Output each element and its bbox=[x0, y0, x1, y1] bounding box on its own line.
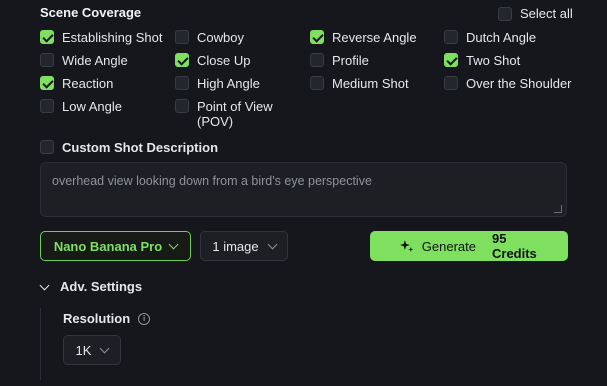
image-count-select[interactable]: 1 image bbox=[200, 231, 288, 261]
shot-checkbox[interactable] bbox=[175, 99, 189, 113]
shot-checkbox[interactable] bbox=[40, 99, 54, 113]
shot-checkbox[interactable] bbox=[444, 30, 458, 44]
custom-shot-checkbox[interactable] bbox=[40, 140, 54, 154]
shot-label: Low Angle bbox=[62, 99, 122, 114]
shot-checkbox[interactable] bbox=[444, 76, 458, 90]
shot-option-low-angle[interactable]: Low Angle bbox=[40, 99, 122, 114]
shot-option-over-the-shoulder[interactable]: Over the Shoulder bbox=[444, 76, 572, 91]
shot-option-close-up[interactable]: Close Up bbox=[175, 53, 250, 68]
shot-label: Two Shot bbox=[466, 53, 521, 68]
shot-checkbox[interactable] bbox=[40, 30, 54, 44]
shot-label: Over the Shoulder bbox=[466, 76, 572, 91]
select-all-toggle[interactable]: Select all bbox=[498, 6, 573, 21]
shot-checkbox[interactable] bbox=[175, 30, 189, 44]
shot-option-dutch-angle[interactable]: Dutch Angle bbox=[444, 30, 536, 45]
custom-shot-toggle[interactable]: Custom Shot Description bbox=[40, 140, 218, 155]
custom-shot-label: Custom Shot Description bbox=[62, 140, 219, 155]
shot-option-cowboy[interactable]: Cowboy bbox=[175, 30, 244, 45]
custom-shot-text: overhead view looking down from a bird's… bbox=[52, 174, 372, 188]
sparkle-icon bbox=[400, 240, 414, 252]
resolution-select[interactable]: 1K bbox=[63, 335, 121, 365]
shot-checkbox[interactable] bbox=[175, 53, 189, 67]
shot-option-reaction[interactable]: Reaction bbox=[40, 76, 113, 91]
shot-label: Wide Angle bbox=[62, 53, 128, 68]
shot-checkbox[interactable] bbox=[310, 76, 324, 90]
shot-checkbox[interactable] bbox=[40, 53, 54, 67]
chevron-down-icon bbox=[267, 239, 278, 250]
shot-checkbox[interactable] bbox=[444, 53, 458, 67]
shot-label: Point of View (POV) bbox=[197, 99, 273, 129]
shot-checkbox[interactable] bbox=[175, 76, 189, 90]
custom-shot-textarea[interactable]: overhead view looking down from a bird's… bbox=[40, 162, 567, 217]
info-icon[interactable]: i bbox=[138, 312, 151, 325]
shot-option-profile[interactable]: Profile bbox=[310, 53, 369, 68]
shot-label: High Angle bbox=[197, 76, 260, 91]
shot-option-two-shot[interactable]: Two Shot bbox=[444, 53, 520, 68]
section-title: Scene Coverage bbox=[40, 5, 142, 20]
shot-label: Cowboy bbox=[197, 30, 244, 45]
shot-label: Reaction bbox=[62, 76, 114, 91]
shot-option-reverse-angle[interactable]: Reverse Angle bbox=[310, 30, 417, 45]
select-all-label: Select all bbox=[520, 6, 573, 21]
shot-label: Close Up bbox=[197, 53, 251, 68]
resolution-heading: Resolution i bbox=[63, 311, 151, 326]
resize-handle-icon[interactable] bbox=[554, 205, 562, 213]
advanced-settings-toggle[interactable]: Adv. Settings bbox=[39, 279, 143, 294]
resolution-value: 1K bbox=[75, 342, 92, 358]
shot-label: Medium Shot bbox=[332, 76, 409, 91]
shot-checkbox[interactable] bbox=[310, 30, 324, 44]
shot-label: Establishing Shot bbox=[62, 30, 163, 45]
model-select[interactable]: Nano Banana Pro bbox=[40, 231, 191, 261]
shot-checkbox[interactable] bbox=[310, 53, 324, 67]
chevron-down-icon bbox=[168, 239, 179, 250]
settings-divider bbox=[40, 308, 41, 380]
shot-option-point-of-view[interactable]: Point of View (POV) bbox=[175, 99, 287, 129]
generate-button[interactable]: Generate 95 Credits bbox=[370, 231, 568, 261]
image-count-value: 1 image bbox=[212, 238, 259, 254]
shot-option-high-angle[interactable]: High Angle bbox=[175, 76, 260, 91]
shot-option-establishing[interactable]: Establishing Shot bbox=[40, 30, 162, 45]
generate-label: Generate bbox=[421, 238, 476, 254]
credits-label: 95 Credits bbox=[492, 231, 537, 261]
shot-label: Dutch Angle bbox=[466, 30, 537, 45]
shot-label: Profile bbox=[332, 53, 369, 68]
shot-option-wide-angle[interactable]: Wide Angle bbox=[40, 53, 128, 68]
shot-checkbox[interactable] bbox=[40, 76, 54, 90]
advanced-settings-label: Adv. Settings bbox=[60, 279, 143, 294]
shot-label: Reverse Angle bbox=[332, 30, 417, 45]
chevron-down-icon bbox=[100, 343, 110, 354]
shot-option-medium-shot[interactable]: Medium Shot bbox=[310, 76, 409, 91]
model-select-value: Nano Banana Pro bbox=[53, 238, 163, 254]
chevron-down-icon bbox=[39, 280, 50, 290]
select-all-checkbox[interactable] bbox=[498, 6, 512, 21]
resolution-label: Resolution bbox=[63, 311, 131, 326]
